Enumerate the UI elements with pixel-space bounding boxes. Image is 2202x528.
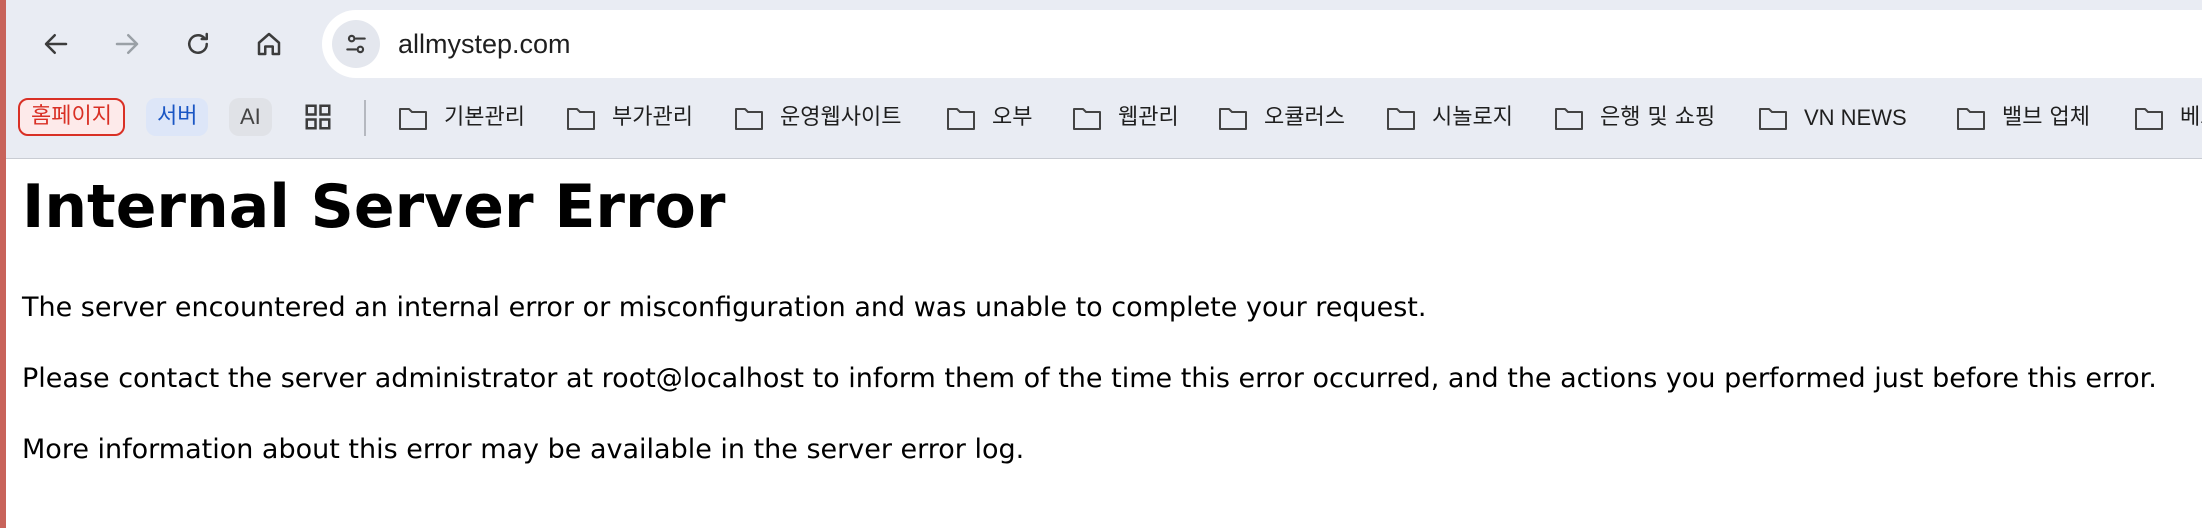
reload-button[interactable]: [175, 21, 221, 67]
bookmark-folder-label: VN NEWS: [1804, 105, 1907, 130]
folder-icon: [1219, 108, 1247, 130]
bookmark-folder[interactable]: 웹관리: [1072, 98, 1179, 138]
folder-icon: [1073, 108, 1101, 130]
log-message: More information about this error may be…: [22, 434, 1025, 465]
bookmark-folder-label: 밸브 업체: [2002, 105, 2090, 130]
bookmarks-bar: 홈페이지 서버 AI 기본관리 부가관리 운영웹사이트 오부 웹관리 오큘러스 …: [6, 92, 2202, 144]
grid-icon[interactable]: [303, 102, 333, 132]
arrow-right-icon: [115, 34, 139, 54]
folder-icon: [1957, 108, 1985, 130]
bookmark-folder[interactable]: 은행 및 쇼핑: [1554, 98, 1715, 138]
page-title: Internal Server Error: [22, 172, 726, 242]
tune-icon: [346, 34, 366, 54]
url-text[interactable]: allmystep.com: [398, 10, 571, 78]
bookmark-folder[interactable]: VN NEWS: [1758, 98, 1907, 138]
bookmark-folder[interactable]: 기본관리: [398, 98, 525, 138]
folder-icon: [567, 108, 595, 130]
folder-icon: [735, 108, 763, 130]
forward-button[interactable]: [104, 21, 150, 67]
home-button[interactable]: [246, 21, 292, 67]
bookmark-folder[interactable]: 오부: [946, 98, 1032, 138]
bookmark-folder[interactable]: 밸브 업체: [1956, 98, 2090, 138]
reload-icon: [188, 32, 208, 54]
bookmark-folder[interactable]: 운영웹사이트: [734, 98, 901, 138]
bookmark-folder[interactable]: 오큘러스: [1218, 98, 1345, 138]
home-icon: [257, 32, 281, 56]
error-message: The server encountered an internal error…: [22, 292, 1427, 323]
arrow-left-icon: [44, 34, 68, 54]
address-bar[interactable]: allmystep.com: [322, 10, 2202, 78]
bookmark-folder-label: 오부: [992, 105, 1033, 130]
bookmarks-separator: [364, 100, 366, 136]
bookmark-folder-label: 시놀로지: [1432, 105, 1513, 130]
folder-icon: [2135, 108, 2163, 130]
browser-chrome: allmystep.com 홈페이지 서버 AI 기본관리 부가관리 운영웹사이…: [6, 0, 2202, 159]
bookmark-folder-label: 은행 및 쇼핑: [1600, 105, 1716, 130]
bookmark-folder-label: 부가관리: [612, 105, 693, 130]
bookmark-ai[interactable]: AI: [229, 98, 272, 136]
bookmark-folder-label: 기본관리: [444, 105, 525, 130]
contact-message: Please contact the server administrator …: [22, 363, 2157, 394]
back-button[interactable]: [33, 21, 79, 67]
bookmark-folder[interactable]: 베트: [2134, 98, 2202, 138]
folder-icon: [947, 108, 975, 130]
bookmark-folder-label: 운영웹사이트: [780, 105, 902, 130]
bookmark-home[interactable]: 홈페이지: [18, 98, 125, 136]
folder-icon: [399, 108, 427, 130]
browser-toolbar: allmystep.com: [6, 0, 2202, 86]
bookmark-folder-label: 웹관리: [1118, 105, 1179, 130]
folder-icon: [1759, 108, 1787, 130]
bookmark-folder[interactable]: 부가관리: [566, 98, 693, 138]
bookmark-server[interactable]: 서버: [146, 98, 209, 136]
bookmark-folder-label: 오큘러스: [1264, 105, 1345, 130]
folder-icon: [1387, 108, 1415, 130]
site-info-button[interactable]: [332, 20, 380, 68]
bookmark-folder-label: 베트: [2180, 105, 2202, 130]
bookmark-folder[interactable]: 시놀로지: [1386, 98, 1513, 138]
folder-icon: [1555, 108, 1583, 130]
